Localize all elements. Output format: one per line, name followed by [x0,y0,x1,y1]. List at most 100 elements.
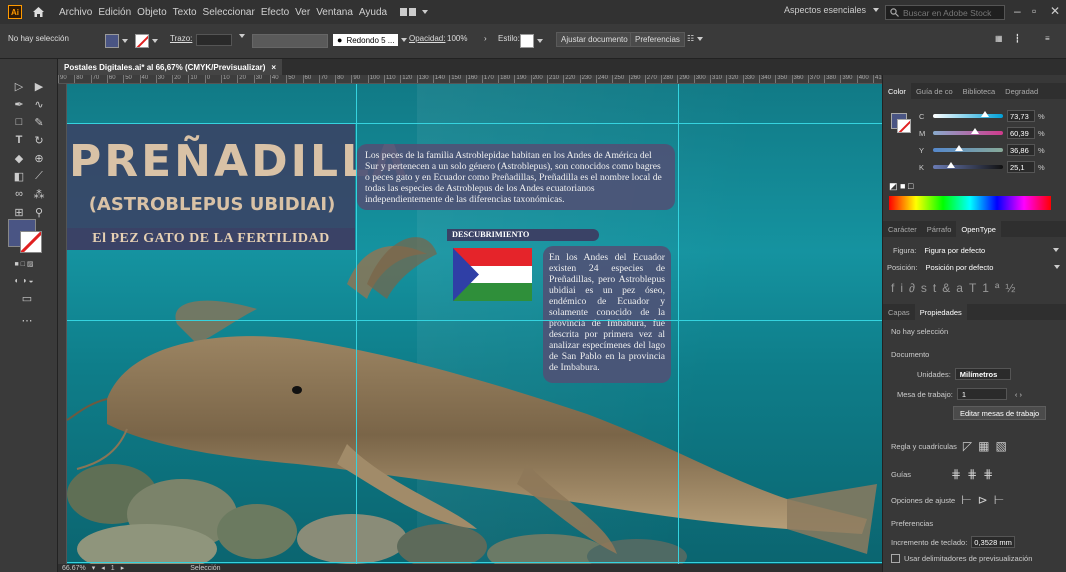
opacity-label[interactable]: Opacidad: [409,34,445,43]
curvature-tool-icon[interactable]: ∿ [32,97,46,111]
artboard-number[interactable]: 1 [111,565,115,572]
arrange-documents-button[interactable] [400,7,429,17]
align-icon[interactable]: ☷ [687,34,704,43]
menu-efecto[interactable]: Efecto [258,7,292,18]
menu-edicion[interactable]: Edición [95,7,134,18]
horizontal-ruler[interactable]: 90 80 70 60 50 40 30 20 10 0 10 20 30 40 50 60 70 80 90 100… [58,75,882,84]
guide-horizontal[interactable] [67,320,882,321]
ruler-grid-icons[interactable]: ◸▦▧ [963,439,1013,453]
menu-ver[interactable]: Ver [292,7,313,18]
pen-tool-icon[interactable]: ✒ [12,97,26,111]
menu-archivo[interactable]: Archivo [56,7,95,18]
panel-options-icon[interactable]: ┇ [1015,34,1020,43]
tab-paragraph[interactable]: Párrafo [922,221,957,237]
menu-objeto[interactable]: Objeto [134,7,169,18]
close-tab-icon[interactable]: × [271,63,276,72]
tab-libraries[interactable]: Biblioteca [958,83,1001,99]
keyboard-increment-input[interactable]: 0,3528 mm [971,536,1016,548]
slider-thumb[interactable] [971,128,980,134]
style-swatch[interactable] [520,34,543,48]
guide-horizontal[interactable] [67,562,882,563]
zoom-level[interactable]: 66.67% [62,565,86,572]
paint-bucket-tool-icon[interactable]: ◆ [12,151,26,165]
close-window-icon[interactable]: ✕ [1050,4,1060,18]
black-value[interactable]: 25,1 [1007,161,1035,173]
tab-color[interactable]: Color [883,83,911,99]
document-tab[interactable]: Postales Digitales.ai* al 66,67% (CMYK/P… [58,59,283,75]
slider-thumb[interactable] [946,162,955,168]
tab-color-guide[interactable]: Guía de co [911,83,958,99]
drawing-modes-icons[interactable]: ◐ ◑ ◒ [8,273,40,287]
stroke-width-stepper[interactable] [196,34,232,46]
magenta-value[interactable]: 60,39 [1007,127,1035,139]
restore-icon[interactable]: ▫ [1032,4,1036,18]
variable-width-profile[interactable] [252,34,328,48]
minimize-icon[interactable]: – [1014,4,1021,18]
cmyk-row-k[interactable]: K 25,1 % [919,161,1045,173]
workspace-switcher[interactable]: Aspectos esenciales [784,5,880,15]
menu-ventana[interactable]: Ventana [313,7,356,18]
guide-vertical[interactable] [678,84,679,564]
vertical-ruler[interactable] [58,84,67,564]
pencil-tool-icon[interactable]: ✎ [32,115,46,129]
rotate-tool-icon[interactable]: ↻ [32,133,46,147]
tab-character[interactable]: Carácter [883,221,922,237]
preview-bounds-checkbox[interactable] [891,554,900,563]
slider-thumb[interactable] [954,145,963,151]
home-icon[interactable] [30,4,46,20]
brush-selector[interactable]: ● Redondo 5 ... [333,34,408,46]
opentype-glyph-icons[interactable]: fi∂st&aT1ª½ [891,281,1021,295]
menu-icon[interactable]: ≡ [1045,34,1050,43]
stroke-swatch[interactable] [135,34,158,48]
tab-gradient[interactable]: Degradad [1000,83,1043,99]
edit-artboards-button[interactable]: Editar mesas de trabajo [953,406,1047,420]
preferences-button[interactable]: Preferencias [630,32,685,47]
eyedropper-tool-icon[interactable]: ⟋ [32,169,46,183]
yellow-slider[interactable] [933,145,1003,152]
screen-mode-icon[interactable]: ▭ [20,291,34,305]
fill-swatch[interactable] [105,34,128,48]
type-tool-icon[interactable]: T [12,133,26,147]
chevron-down-icon[interactable]: ▾ [92,564,96,572]
magenta-slider[interactable] [933,128,1003,135]
cmyk-row-c[interactable]: C 73,73 % [919,110,1045,122]
stroke-color-icon[interactable] [20,231,42,253]
cmyk-row-m[interactable]: M 60,39 % [919,127,1045,139]
menu-ayuda[interactable]: Ayuda [356,7,390,18]
artboard-select[interactable]: 1 [956,388,1007,400]
units-select[interactable]: Milímetros [954,368,1011,380]
menu-texto[interactable]: Texto [170,7,200,18]
yellow-value[interactable]: 36,86 [1007,144,1035,156]
cyan-value[interactable]: 73,73 [1007,110,1035,122]
symbol-sprayer-tool-icon[interactable]: ⁂ [32,187,46,201]
snap-icons[interactable]: ⊢⊳⊢ [961,493,1010,507]
rectangle-tool-icon[interactable]: □ [12,115,26,129]
shape-builder-tool-icon[interactable]: ⊕ [32,151,46,165]
none-swatch[interactable]: ◩ ■ □ [889,181,913,192]
direct-selection-tool-icon[interactable]: ▶ [32,79,46,93]
opacity-value[interactable]: 100% [447,34,467,43]
prev-artboard-icon[interactable]: ◂ [101,564,105,572]
blend-tool-icon[interactable]: ∞ [12,187,26,201]
color-spectrum[interactable] [889,196,1051,210]
stock-search-input[interactable]: Buscar en Adobe Stock [885,5,1005,20]
stroke-color-icon[interactable] [897,119,911,133]
slider-thumb[interactable] [980,111,989,117]
chevron-right-icon[interactable]: › [484,34,487,43]
cyan-slider[interactable] [933,111,1003,118]
tab-properties[interactable]: Propiedades [914,304,967,320]
guide-vertical[interactable] [356,84,357,564]
gradient-tool-icon[interactable]: ◧ [12,169,26,183]
black-slider[interactable] [933,162,1003,169]
adjust-document-button[interactable]: Ajustar documento [556,32,633,47]
stroke-label[interactable]: Trazo: [170,34,192,43]
cmyk-row-y[interactable]: Y 36,86 % [919,144,1045,156]
more-tools-icon[interactable]: ⋯ [20,313,34,327]
selection-tool-icon[interactable]: ▷ [12,79,26,93]
guide-horizontal[interactable] [67,123,882,124]
figure-select[interactable]: Figura por defecto [920,244,1050,256]
artboard-tool-icon[interactable]: ⊞ [12,205,26,219]
guide-icons[interactable]: ⋕⋕⋕ [951,467,999,481]
color-mode-icons[interactable]: ■ □ ▨ [8,257,40,271]
zoom-tool-icon[interactable]: ⚲ [32,205,46,219]
